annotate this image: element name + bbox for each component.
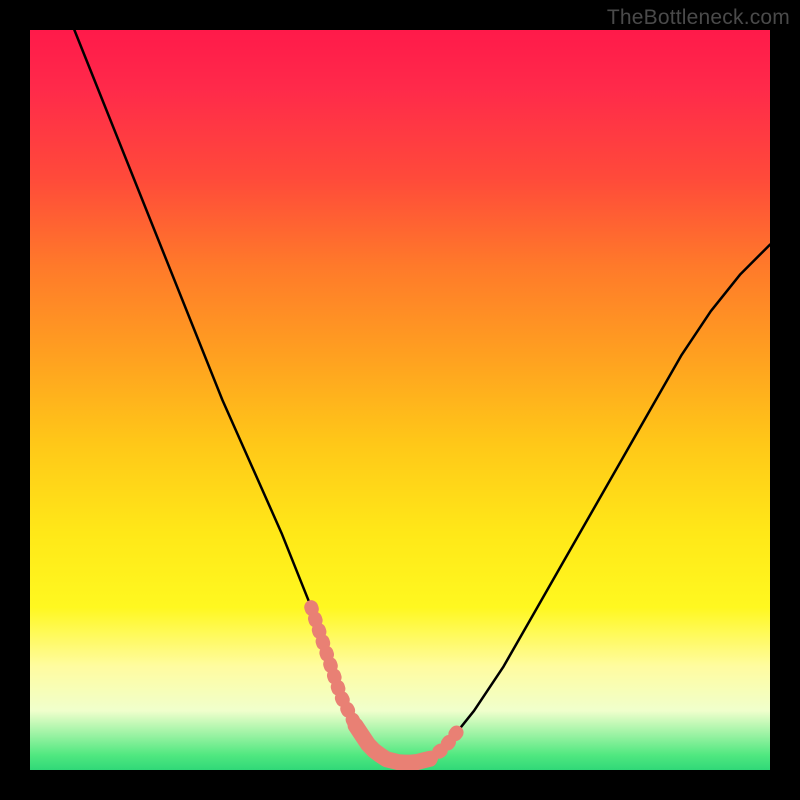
watermark-text: TheBottleneck.com (607, 6, 790, 30)
right-dip-marker (430, 729, 460, 759)
bottleneck-curve (30, 30, 770, 770)
valley-marker (356, 726, 430, 763)
chart-frame: TheBottleneck.com (0, 0, 800, 800)
left-dip-marker (311, 607, 355, 725)
chart-plot-area (30, 30, 770, 770)
